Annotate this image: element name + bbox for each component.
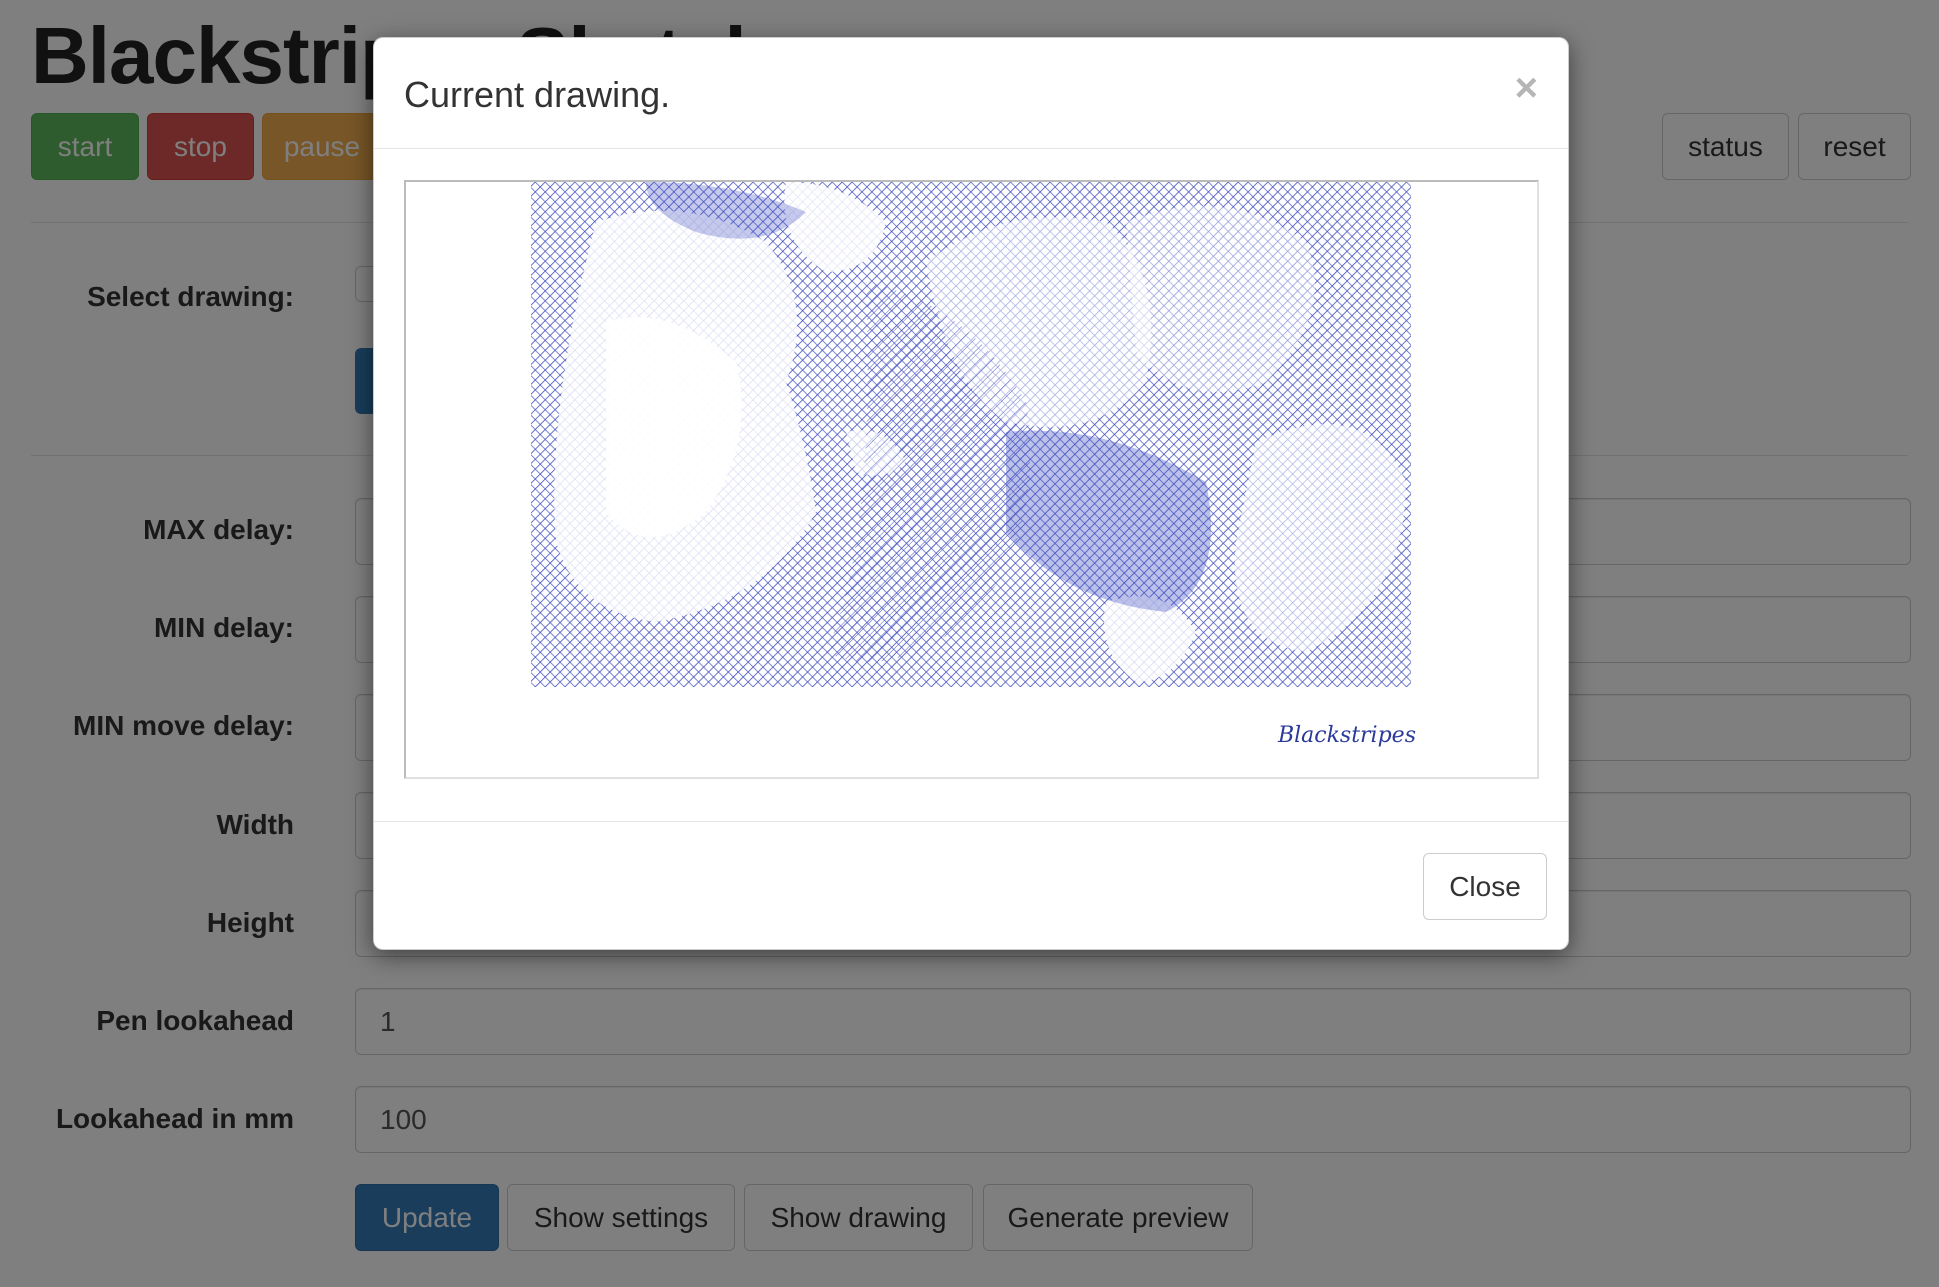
drawing-preview: Blackstripes [404, 180, 1539, 779]
drawing-modal: Current drawing. × Blackstripes Close [373, 37, 1569, 950]
signature: Blackstripes [1277, 723, 1416, 748]
modal-title: Current drawing. [404, 74, 671, 115]
modal-footer: Close [374, 821, 1568, 951]
drawing-canvas: Blackstripes [531, 182, 1416, 748]
close-icon[interactable]: × [1515, 68, 1538, 108]
hatched-portrait [531, 182, 1411, 687]
modal-header: Current drawing. × [374, 38, 1568, 149]
modal-body: Blackstripes [374, 149, 1568, 859]
close-button[interactable]: Close [1423, 853, 1547, 920]
